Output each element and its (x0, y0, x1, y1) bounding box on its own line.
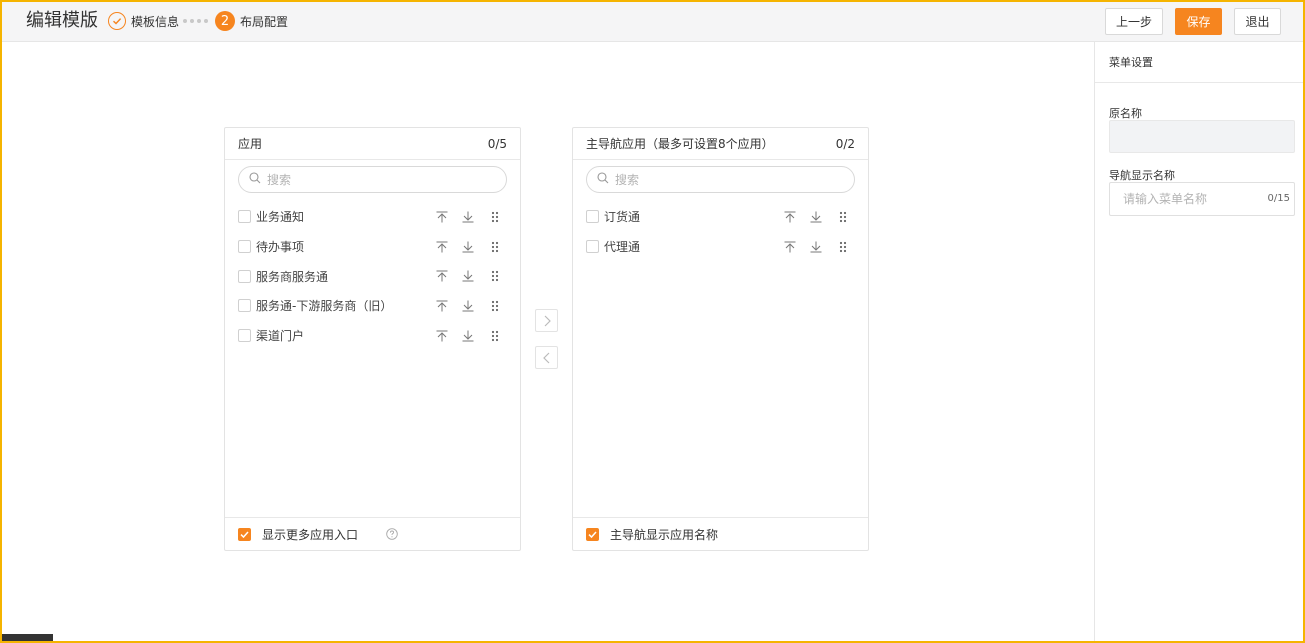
move-right-button[interactable] (535, 309, 558, 332)
step-label: 模板信息 (131, 14, 180, 29)
panel-header: 主导航应用（最多可设置8个应用） 0/2 (573, 128, 868, 160)
move-to-top-icon[interactable] (777, 239, 804, 255)
original-name-label: 原名称 (1109, 107, 1142, 120)
step-layout-config: 2 布局配置 (215, 11, 288, 31)
search-input[interactable] (615, 172, 835, 187)
step-label: 布局配置 (240, 14, 289, 29)
step-connector (183, 19, 208, 23)
apps-panel: 应用 0/5 业务通知 待办事项 (224, 127, 521, 551)
panel-title: 主导航应用（最多可设置8个应用） (586, 137, 774, 151)
move-to-top-icon[interactable] (429, 209, 456, 225)
prev-step-button[interactable]: 上一步 (1105, 8, 1163, 35)
move-down-icon[interactable] (455, 239, 482, 255)
move-down-icon[interactable] (455, 328, 482, 344)
list-item: 代理通 (586, 232, 856, 262)
search-icon (249, 172, 261, 187)
show-more-checkbox[interactable] (238, 527, 251, 541)
list-item: 服务商服务通 (238, 261, 508, 291)
page-title: 编辑模版 (26, 10, 98, 31)
move-down-icon[interactable] (803, 239, 830, 255)
move-to-top-icon[interactable] (429, 298, 456, 314)
nav-app-list: 订货通 代理通 (586, 202, 856, 261)
chevron-right-icon (544, 315, 551, 326)
item-checkbox[interactable] (238, 210, 251, 224)
item-checkbox[interactable] (238, 269, 251, 283)
chevron-left-icon (542, 352, 549, 363)
show-more-label: 显示更多应用入口 (262, 527, 359, 542)
panel-footer: 显示更多应用入口 (225, 517, 520, 550)
show-nav-name-checkbox[interactable] (586, 527, 599, 541)
panel-count: 0/5 (487, 136, 507, 151)
check-circle-icon (108, 12, 126, 30)
panel-footer: 主导航显示应用名称 (573, 517, 868, 550)
checkmark-icon (588, 530, 597, 538)
main-nav-panel: 主导航应用（最多可设置8个应用） 0/2 订货通 代理通 (572, 127, 869, 551)
drag-handle-icon[interactable] (482, 328, 509, 344)
move-to-top-icon[interactable] (429, 268, 456, 284)
move-down-icon[interactable] (455, 209, 482, 225)
move-down-icon[interactable] (455, 268, 482, 284)
original-name-field (1109, 120, 1295, 153)
drag-handle-icon[interactable] (830, 209, 857, 225)
item-label: 待办事项 (256, 240, 305, 255)
list-item: 待办事项 (238, 232, 508, 262)
taskbar-fragment (2, 634, 53, 641)
list-item: 订货通 (586, 202, 856, 232)
item-label: 订货通 (604, 210, 641, 225)
search-icon (597, 172, 609, 187)
search-input[interactable] (267, 172, 487, 187)
step-number: 2 (215, 11, 235, 31)
display-name-label: 导航显示名称 (1109, 169, 1175, 182)
list-item: 渠道门户 (238, 321, 508, 351)
move-left-button[interactable] (535, 346, 558, 369)
app-list: 业务通知 待办事项 服务商服务通 服务通-下游服务商（旧） 渠道门户 (238, 202, 508, 350)
save-button[interactable]: 保存 (1175, 8, 1222, 35)
search-box (586, 166, 855, 193)
move-to-top-icon[interactable] (777, 209, 804, 225)
move-to-top-icon[interactable] (429, 239, 456, 255)
menu-settings-sidebar: 菜单设置 原名称 导航显示名称 0/15 (1094, 42, 1305, 643)
item-checkbox[interactable] (238, 299, 251, 313)
search-box (238, 166, 507, 193)
drag-handle-icon[interactable] (830, 239, 857, 255)
drag-handle-icon[interactable] (482, 239, 509, 255)
drag-handle-icon[interactable] (482, 268, 509, 284)
help-circle-icon[interactable] (386, 528, 398, 540)
display-name-field: 0/15 (1109, 182, 1295, 216)
exit-button[interactable]: 退出 (1234, 8, 1281, 35)
item-checkbox[interactable] (238, 240, 251, 254)
display-name-input[interactable] (1110, 192, 1260, 206)
item-label: 服务商服务通 (256, 269, 329, 284)
list-item: 业务通知 (238, 202, 508, 232)
item-checkbox[interactable] (586, 240, 599, 254)
top-bar: 编辑模版 模板信息 2 布局配置 上一步 保存 退出 (0, 0, 1305, 42)
move-down-icon[interactable] (803, 209, 830, 225)
move-down-icon[interactable] (455, 298, 482, 314)
drag-handle-icon[interactable] (482, 209, 509, 225)
item-label: 业务通知 (256, 210, 305, 225)
sidebar-title: 菜单设置 (1095, 42, 1305, 83)
checkmark-icon (240, 530, 249, 538)
drag-handle-icon[interactable] (482, 298, 509, 314)
item-label: 代理通 (604, 240, 641, 255)
panel-count: 0/2 (835, 136, 855, 151)
item-checkbox[interactable] (238, 329, 251, 343)
char-count: 0/15 (1267, 193, 1290, 204)
show-nav-name-label: 主导航显示应用名称 (610, 527, 719, 542)
step-template-info: 模板信息 (108, 11, 179, 31)
move-to-top-icon[interactable] (429, 328, 456, 344)
list-item: 服务通-下游服务商（旧） (238, 291, 508, 321)
panel-title: 应用 (238, 137, 263, 151)
item-label: 服务通-下游服务商（旧） (256, 299, 393, 314)
panel-header: 应用 0/5 (225, 128, 520, 160)
item-checkbox[interactable] (586, 210, 599, 224)
item-label: 渠道门户 (256, 329, 305, 344)
